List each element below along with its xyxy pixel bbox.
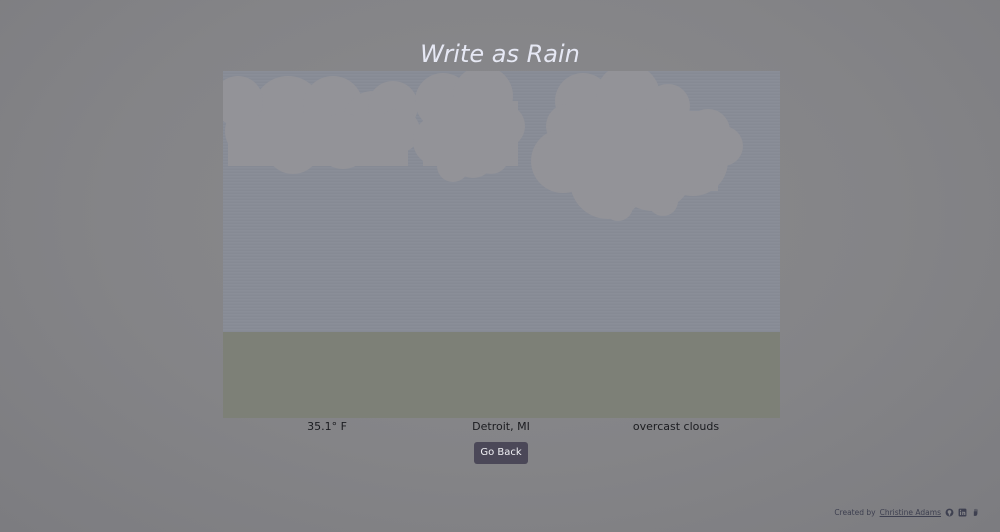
- footer: Created by Christine Adams: [834, 506, 980, 518]
- weather-description: overcast clouds: [632, 420, 720, 433]
- ground: [223, 332, 780, 418]
- cloud-right: [531, 71, 743, 221]
- author-link[interactable]: Christine Adams: [880, 508, 941, 517]
- linkedin-icon[interactable]: [958, 508, 967, 517]
- cloud-left: [223, 76, 420, 174]
- created-by-label: Created by: [834, 507, 876, 517]
- clouds: [223, 71, 743, 221]
- weather-scene: [223, 71, 780, 418]
- weather-stats: 35.1° F Detroit, MI overcast clouds: [223, 420, 780, 436]
- go-back-button[interactable]: Go Back: [474, 442, 528, 464]
- location-value: Detroit, MI: [472, 420, 530, 433]
- cloud-middle: [413, 71, 525, 182]
- github-icon[interactable]: [945, 508, 954, 517]
- page-title: Write as Rain: [420, 40, 580, 68]
- temperature-value: 35.1° F: [307, 420, 347, 433]
- hand-icon[interactable]: [971, 508, 980, 517]
